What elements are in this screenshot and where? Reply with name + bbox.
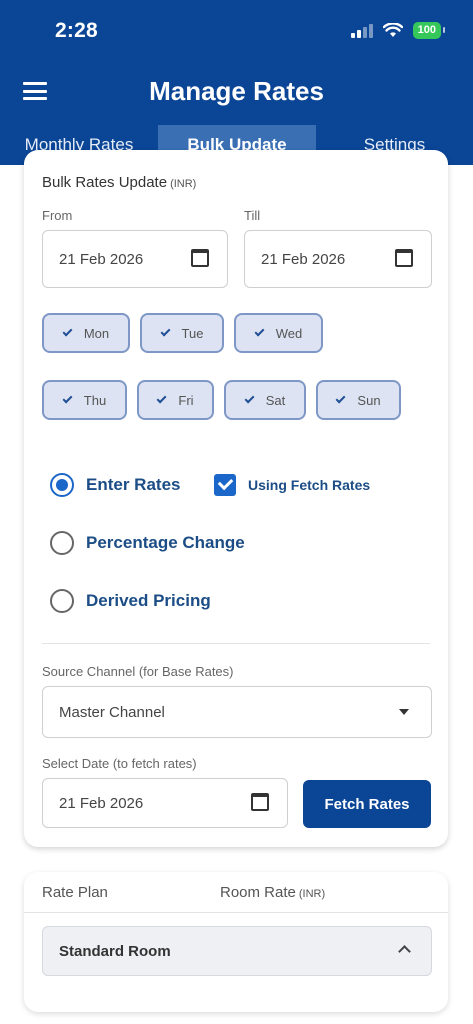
room-row-standard[interactable]: Standard Room [42, 926, 432, 976]
day-chip-thu[interactable]: Thu [42, 380, 127, 420]
day-label: Fri [178, 392, 194, 408]
option-label: Enter Rates [86, 475, 181, 494]
option-label: Percentage Change [86, 533, 245, 552]
day-chip-wed[interactable]: Wed [234, 313, 323, 353]
day-chip-mon[interactable]: Mon [42, 313, 130, 353]
day-chip-tue[interactable]: Tue [140, 313, 224, 353]
day-label: Sat [265, 392, 286, 408]
radio-unselected-icon[interactable] [50, 531, 74, 555]
fetch-rates-button[interactable]: Fetch Rates [303, 780, 431, 828]
source-channel-select[interactable]: Master Channel [42, 686, 432, 738]
check-icon [62, 393, 73, 404]
day-chip-sat[interactable]: Sat [224, 380, 306, 420]
option-label: Derived Pricing [86, 591, 211, 610]
calendar-icon[interactable] [395, 249, 413, 267]
room-name: Standard Room [59, 942, 171, 960]
day-chip-sun[interactable]: Sun [316, 380, 401, 420]
option-derived-pricing[interactable]: Derived Pricing [50, 589, 211, 613]
dropdown-arrow-icon [399, 709, 409, 715]
calendar-icon[interactable] [191, 249, 209, 267]
day-label: Wed [275, 325, 303, 341]
rate-plan-header: Rate Plan [42, 884, 108, 901]
from-date-value: 21 Feb 2026 [59, 250, 144, 268]
source-channel-label: Source Channel (for Base Rates) [42, 664, 234, 679]
bulk-update-card: Bulk Rates Update (INR) From Till 21 Feb … [24, 150, 448, 847]
from-label: From [42, 208, 73, 223]
till-date-field[interactable]: 21 Feb 2026 [244, 230, 432, 288]
day-label: Sun [357, 392, 381, 408]
checkbox-label: Using Fetch Rates [248, 477, 371, 493]
room-rate-header: Room Rate (INR) [220, 884, 325, 901]
till-label: Till [244, 208, 261, 223]
currency-label: (INR) [170, 178, 197, 190]
check-icon [254, 326, 265, 337]
checkbox-checked-icon[interactable] [214, 474, 236, 496]
radio-unselected-icon[interactable] [50, 589, 74, 613]
card-title-text: Bulk Rates Update [42, 174, 168, 191]
room-rate-header-text: Room Rate [220, 884, 296, 901]
day-label: Mon [83, 325, 110, 341]
status-icons: 100 [350, 22, 446, 39]
option-percentage-change[interactable]: Percentage Change [50, 531, 245, 555]
select-date-label: Select Date (to fetch rates) [42, 756, 197, 771]
fetch-date-value: 21 Feb 2026 [59, 794, 144, 812]
app-bar: 2:28 100 Manage Rates Monthly Rates Bulk… [0, 0, 473, 165]
till-date-value: 21 Feb 2026 [261, 250, 346, 268]
check-icon [244, 393, 255, 404]
room-rate-unit: (INR) [298, 888, 326, 900]
check-icon [335, 393, 346, 404]
day-chip-fri[interactable]: Fri [137, 380, 214, 420]
day-label: Tue [181, 325, 204, 341]
source-channel-value: Master Channel [59, 703, 165, 721]
using-fetch-rates-checkbox[interactable]: Using Fetch Rates [214, 474, 370, 496]
page-title: Manage Rates [149, 76, 324, 106]
battery-icon: 100 [412, 22, 446, 39]
check-icon [156, 393, 167, 404]
status-time: 2:28 [55, 19, 98, 42]
radio-selected-icon[interactable] [50, 473, 74, 497]
chevron-up-icon[interactable] [398, 945, 411, 958]
from-date-field[interactable]: 21 Feb 2026 [42, 230, 228, 288]
fetch-date-field[interactable]: 21 Feb 2026 [42, 778, 288, 828]
wifi-icon [382, 23, 403, 37]
check-icon [160, 326, 170, 337]
rate-plan-card: Rate Plan Room Rate (INR) Standard Room [24, 872, 448, 1012]
signal-icon [350, 23, 373, 38]
check-icon [62, 326, 73, 337]
card-title: Bulk Rates Update (INR) [42, 174, 196, 191]
divider [42, 643, 430, 644]
divider [24, 912, 448, 913]
calendar-icon[interactable] [251, 793, 269, 811]
option-enter-rates[interactable]: Enter Rates [50, 473, 180, 497]
day-label: Thu [83, 392, 107, 408]
